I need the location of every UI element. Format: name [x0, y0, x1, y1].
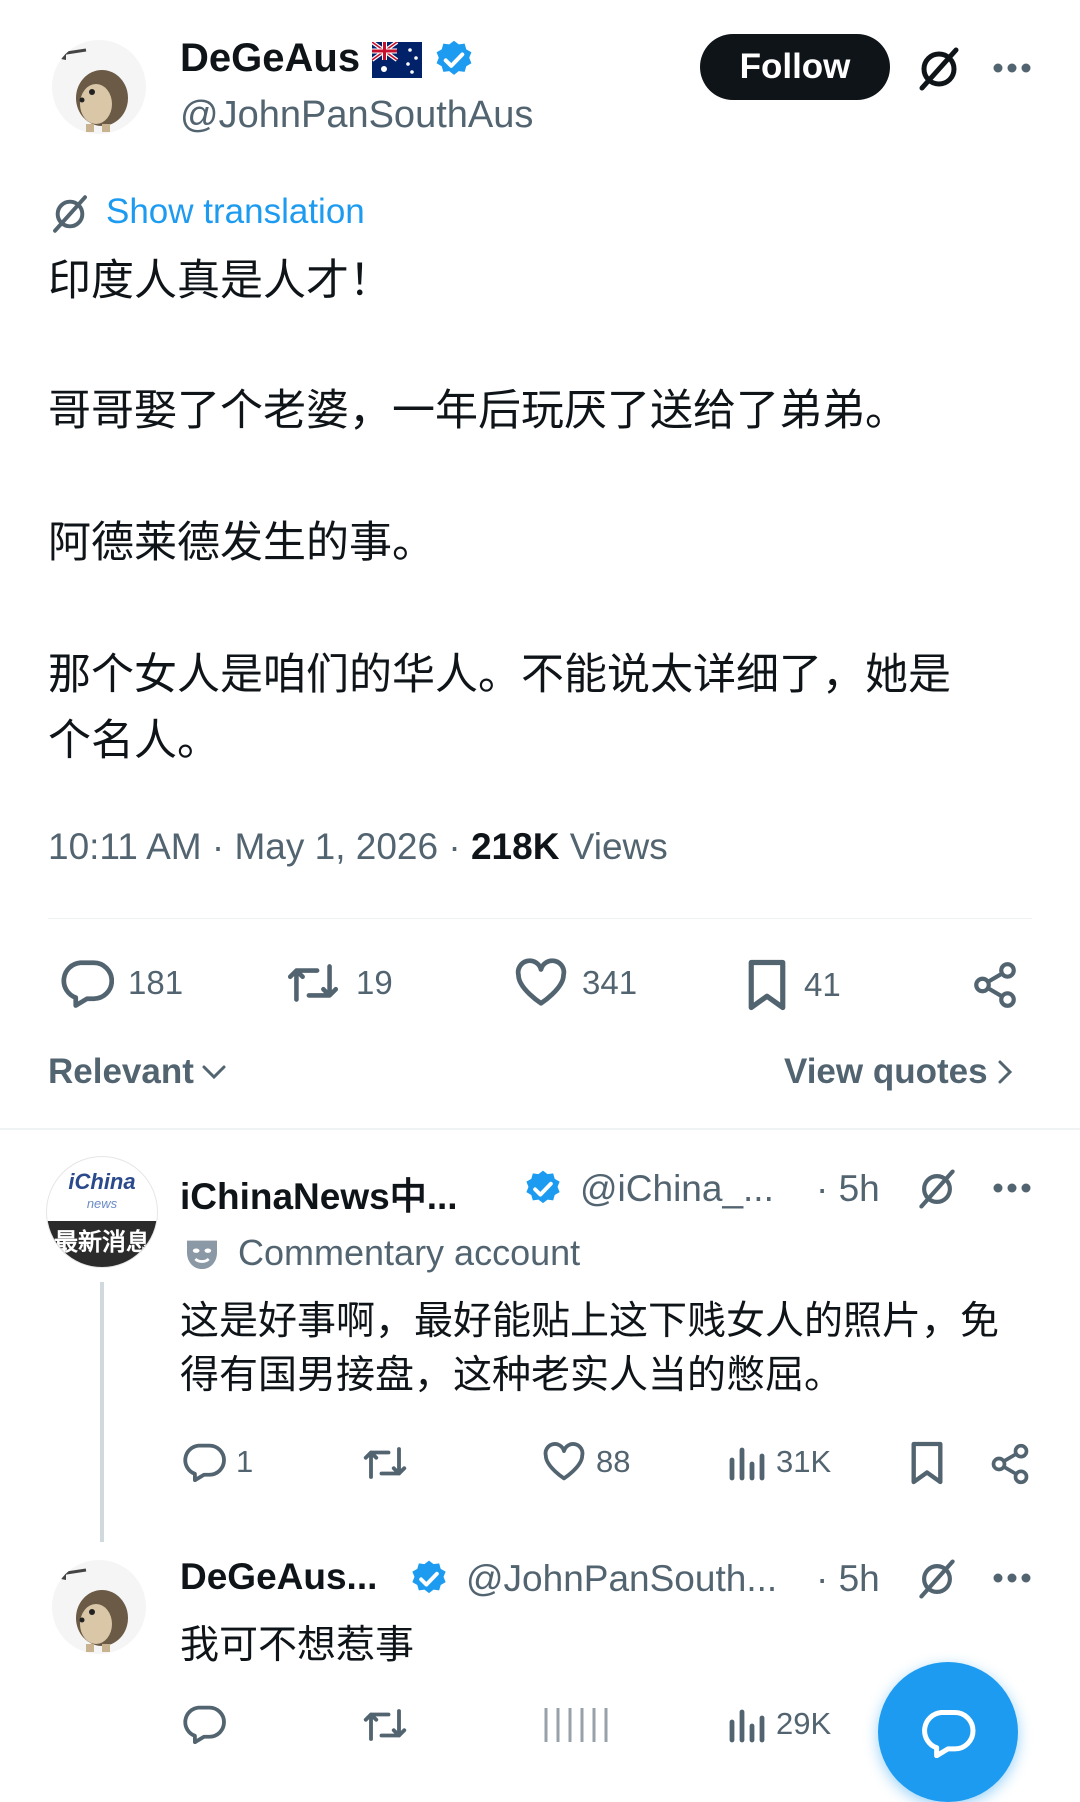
views-label: Views: [559, 826, 668, 867]
retweet-icon: [284, 958, 342, 1008]
australia-flag-icon: [372, 42, 422, 78]
more-options-icon[interactable]: [990, 58, 1034, 78]
verified-badge-icon: [522, 1168, 564, 1210]
views-count: 218K: [470, 826, 560, 867]
author-avatar[interactable]: [52, 40, 146, 134]
views-count: 31K: [776, 1444, 832, 1479]
ichinanews-avatar[interactable]: iChina news 最新消息: [46, 1156, 158, 1268]
retweet-icon: [360, 1704, 410, 1746]
tweet-text-line: 个名人。: [48, 717, 220, 765]
translate-icon[interactable]: [48, 192, 92, 236]
analytics-icon: [726, 1704, 766, 1744]
bookmark-icon: [744, 958, 790, 1012]
bookmark-icon[interactable]: [908, 1440, 946, 1486]
compose-icon: [920, 1708, 976, 1758]
reply-icon: [182, 1442, 226, 1482]
like-count: 88: [596, 1444, 631, 1479]
thread-line: [100, 1282, 104, 1542]
retweet-icon: [360, 1442, 410, 1484]
heart-icon: [540, 1708, 612, 1744]
bookmark-count: 41: [804, 966, 841, 1003]
share-icon[interactable]: [970, 960, 1020, 1010]
chevron-right-icon: [996, 1058, 1014, 1086]
heart-icon: [514, 958, 568, 1008]
heart-icon: [542, 1442, 586, 1482]
views-button[interactable]: 29K: [726, 1704, 831, 1744]
author-display-name[interactable]: DeGeAus: [180, 36, 360, 81]
tweet-text-line: 阿德莱德发生的事。: [48, 519, 435, 567]
avatar-logo-small: news: [86, 1196, 118, 1211]
bookmark-button[interactable]: 41: [744, 958, 841, 1012]
analytics-icon: [726, 1442, 766, 1482]
view-quotes-link[interactable]: View quotes: [784, 1052, 1014, 1092]
like-count: 341: [582, 964, 638, 1001]
avatar-banner-text: 最新消息: [54, 1229, 150, 1256]
reply-button[interactable]: [182, 1704, 226, 1744]
reply-author-name[interactable]: DeGeAus...: [180, 1556, 377, 1598]
grok-icon[interactable]: [914, 1556, 960, 1602]
grok-icon[interactable]: [914, 44, 964, 94]
divider: [0, 1128, 1080, 1130]
compose-fab-button[interactable]: [878, 1662, 1018, 1802]
reply-author-avatar[interactable]: [52, 1560, 146, 1654]
tweet-text-line: 那个女人是咱们的华人。不能说太详细了，她是: [48, 651, 951, 699]
reply-text-line: 这是好事啊，最好能贴上这下贱女人的照片，免: [180, 1300, 1000, 1343]
reply-text: 我可不想惹事: [180, 1624, 415, 1667]
view-quotes-label: View quotes: [784, 1052, 988, 1091]
share-icon[interactable]: [988, 1442, 1032, 1486]
more-options-icon[interactable]: [990, 1178, 1034, 1198]
relevant-sort-dropdown[interactable]: Relevant: [48, 1052, 228, 1092]
grok-icon[interactable]: [914, 1166, 960, 1212]
reply-icon: [60, 958, 114, 1008]
retweet-button[interactable]: 19: [284, 958, 393, 1008]
reply-count: 181: [128, 964, 184, 1001]
relevant-label: Relevant: [48, 1052, 194, 1091]
show-translation-link[interactable]: Show translation: [106, 192, 365, 232]
tweet-timestamp: 10:11 AM · May 1, 2026 · 218K Views: [48, 826, 668, 868]
reply-icon: [182, 1704, 226, 1744]
verified-badge-icon: [408, 1558, 450, 1600]
reply-count: 1: [236, 1444, 254, 1479]
commentary-mask-icon: [182, 1234, 222, 1274]
more-options-icon[interactable]: [990, 1568, 1034, 1588]
like-button[interactable]: 341: [514, 958, 637, 1008]
views-count: 29K: [776, 1706, 832, 1741]
follow-button[interactable]: Follow: [700, 34, 890, 100]
author-handle[interactable]: @JohnPanSouthAus: [180, 94, 533, 137]
reply-button[interactable]: 181: [60, 958, 183, 1008]
reply-text-line: 得有国男接盘，这种老实人当的憋屈。: [180, 1354, 844, 1397]
like-button[interactable]: [540, 1708, 612, 1744]
reply-time[interactable]: · 5h: [816, 1558, 880, 1600]
tweet-text-line: 哥哥娶了个老婆，一年后玩厌了送给了弟弟。: [48, 387, 908, 435]
reply-time[interactable]: · 5h: [816, 1168, 880, 1210]
reply-author-handle[interactable]: @iChina_...: [580, 1168, 774, 1210]
timestamp-text[interactable]: 10:11 AM · May 1, 2026 ·: [48, 826, 471, 867]
verified-badge-icon: [432, 38, 476, 82]
commentary-account-label: Commentary account: [238, 1232, 581, 1273]
retweet-button[interactable]: [360, 1704, 410, 1746]
reply-author-name[interactable]: iChinaNews中...: [180, 1166, 458, 1220]
reply-button[interactable]: 1: [182, 1442, 253, 1482]
retweet-button[interactable]: [360, 1442, 410, 1484]
reply-author-handle[interactable]: @JohnPanSouth...: [466, 1558, 777, 1600]
avatar-logo-text: iChina: [68, 1169, 136, 1194]
chevron-down-icon: [200, 1062, 228, 1082]
tweet-text-line: 印度人真是人才！: [48, 257, 392, 305]
divider: [48, 918, 1032, 919]
retweet-count: 19: [356, 964, 393, 1001]
like-button[interactable]: 88: [542, 1442, 630, 1482]
views-button[interactable]: 31K: [726, 1442, 831, 1482]
